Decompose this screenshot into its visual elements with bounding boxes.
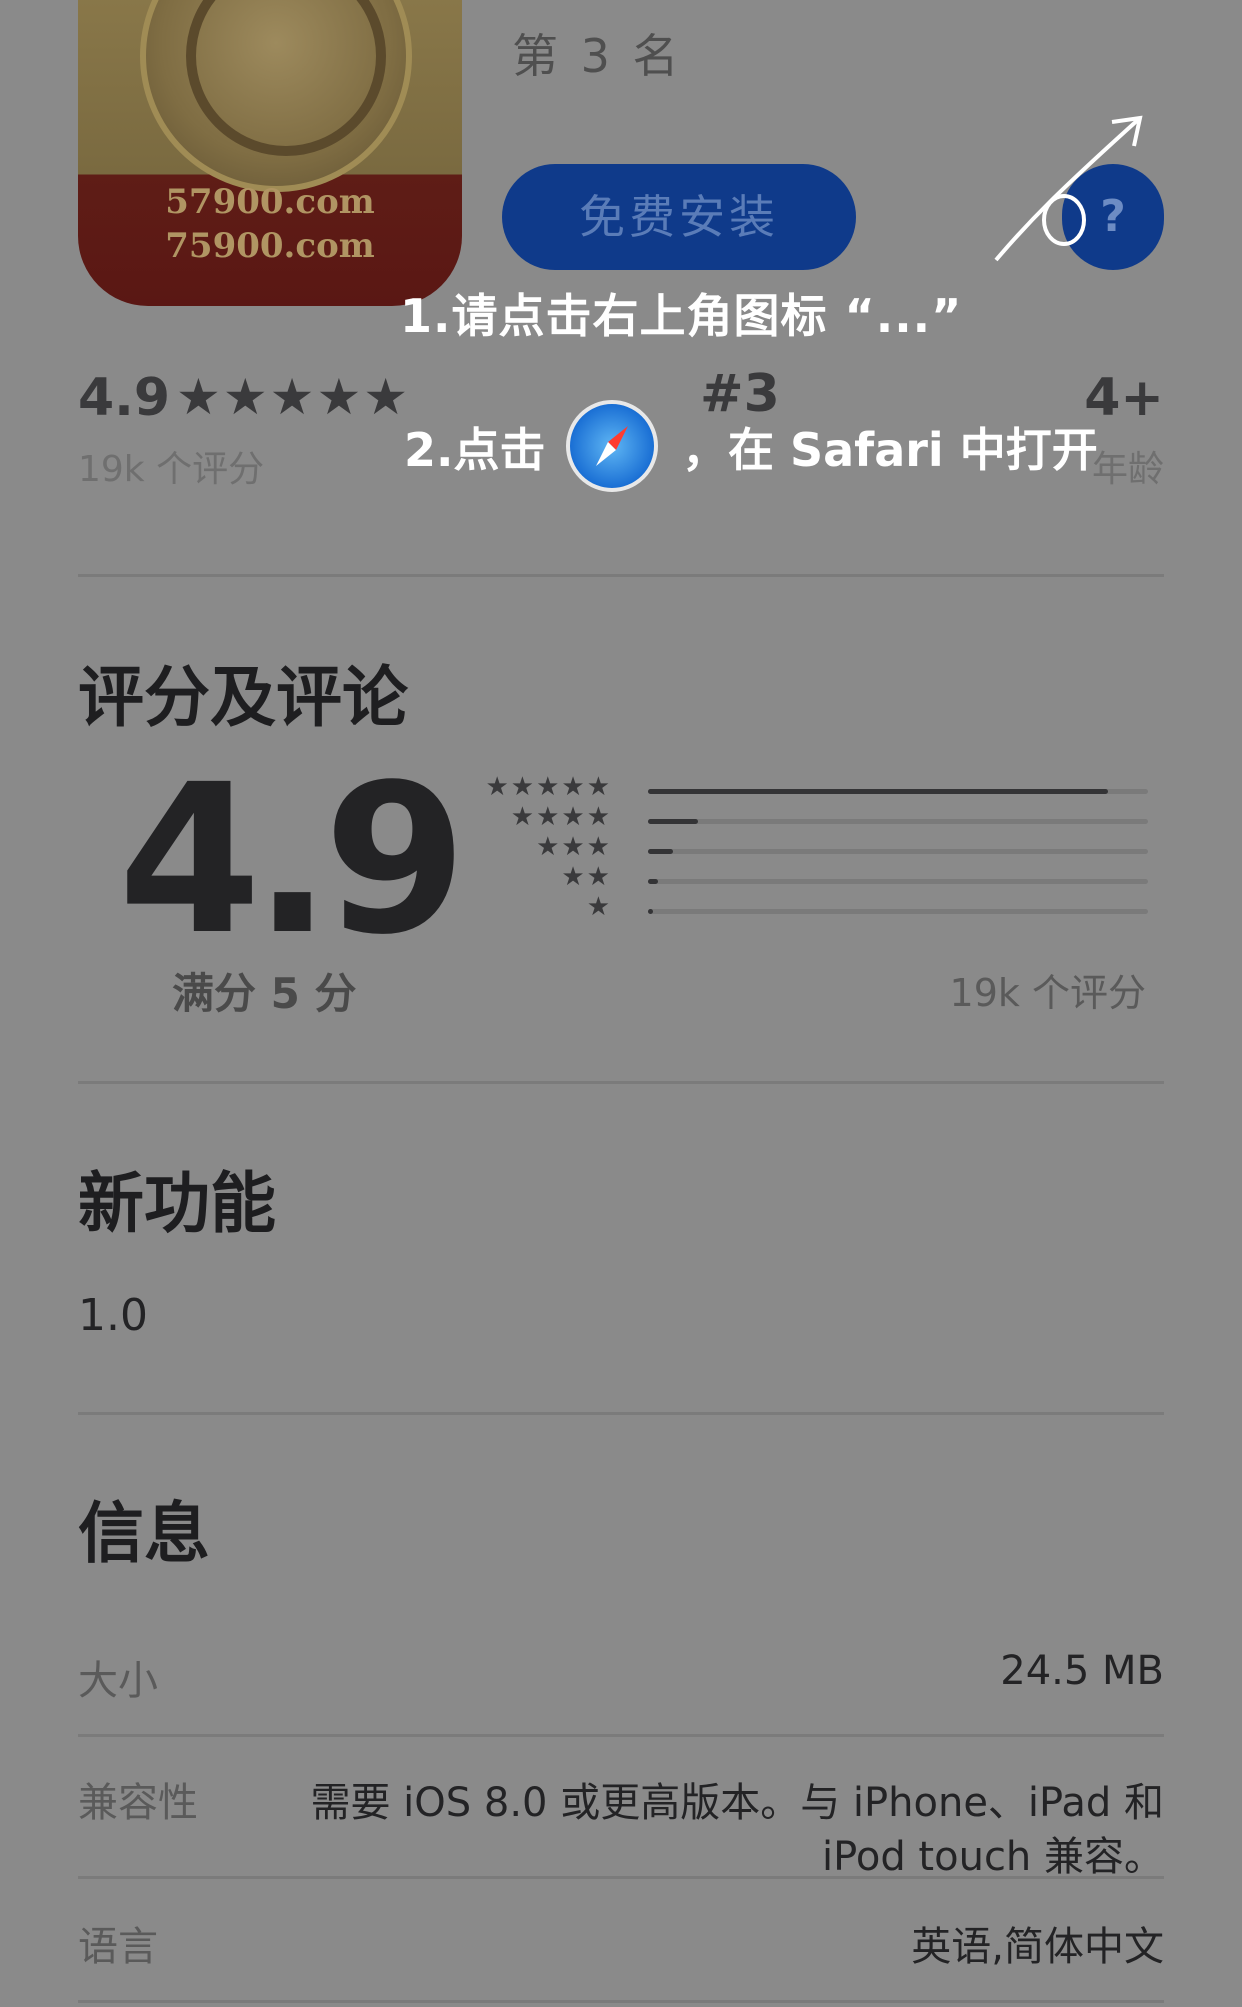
- language-value: 英语,简体中文: [911, 1924, 1164, 1970]
- chart-rank-value: #3: [700, 364, 780, 424]
- safari-compass-icon: [566, 400, 658, 492]
- divider: [78, 1412, 1164, 1415]
- ratings-total-count: 19k 个评分: [949, 971, 1146, 1015]
- icon-domain-2: 75900.com: [165, 226, 375, 266]
- divider: [78, 1734, 1164, 1737]
- out-of-label: 满分 5 分: [172, 969, 357, 1018]
- star-label-5: ★★★★★: [485, 772, 612, 802]
- icon-domain-1: 57900.com: [165, 182, 375, 222]
- compatibility-line-2: iPod touch 兼容。: [822, 1834, 1164, 1880]
- star-labels: ★★★★★ ★★★★ ★★★ ★★ ★: [440, 772, 612, 922]
- divider: [78, 1876, 1164, 1879]
- average-rating: 4.9: [118, 740, 467, 980]
- rating-stars: ★★★★★: [176, 368, 411, 426]
- divider: [78, 2000, 1164, 2003]
- compatibility-label: 兼容性: [78, 1780, 198, 1826]
- divider: [78, 574, 1164, 577]
- divider: [78, 1081, 1164, 1084]
- age-label: 年龄: [1091, 449, 1164, 490]
- whats-new-title: 新功能: [78, 1165, 276, 1242]
- size-label: 大小: [78, 1658, 158, 1704]
- rating-bar-2: [648, 879, 1148, 884]
- rating-bar-5: [648, 789, 1148, 794]
- compatibility-line-1: 需要 iOS 8.0 或更高版本。与 iPhone、iPad 和: [310, 1780, 1164, 1826]
- info-section-title: 信息: [78, 1495, 210, 1572]
- version-number: 1.0: [78, 1290, 148, 1341]
- instruction-step-1: 1.请点击右上角图标 “...”: [400, 289, 963, 343]
- language-label: 语言: [78, 1924, 158, 1970]
- rating-bar-3: [648, 849, 1148, 854]
- rating-bar-1: [648, 909, 1148, 914]
- ratings-section-title: 评分及评论: [78, 659, 408, 736]
- rating-bar-4: [648, 819, 1148, 824]
- install-button[interactable]: 免费安装: [502, 164, 856, 270]
- size-value: 24.5 MB: [1000, 1648, 1164, 1694]
- medal-emblem: [140, 0, 412, 192]
- rating-count: 19k 个评分: [78, 449, 265, 490]
- app-icon: 57900.com 75900.com: [78, 0, 462, 306]
- star-label-3: ★★★: [536, 832, 612, 862]
- star-label-1: ★: [586, 892, 612, 922]
- rating-value: 4.9: [78, 368, 171, 428]
- star-label-2: ★★: [561, 862, 612, 892]
- age-rating-value: 4+: [1084, 368, 1164, 428]
- arrow-annotation-icon: [994, 115, 1143, 262]
- category-rank: 第 3 名: [512, 29, 683, 83]
- instruction-step-2-prefix: 2.点击: [404, 423, 546, 477]
- star-label-4: ★★★★: [510, 802, 612, 832]
